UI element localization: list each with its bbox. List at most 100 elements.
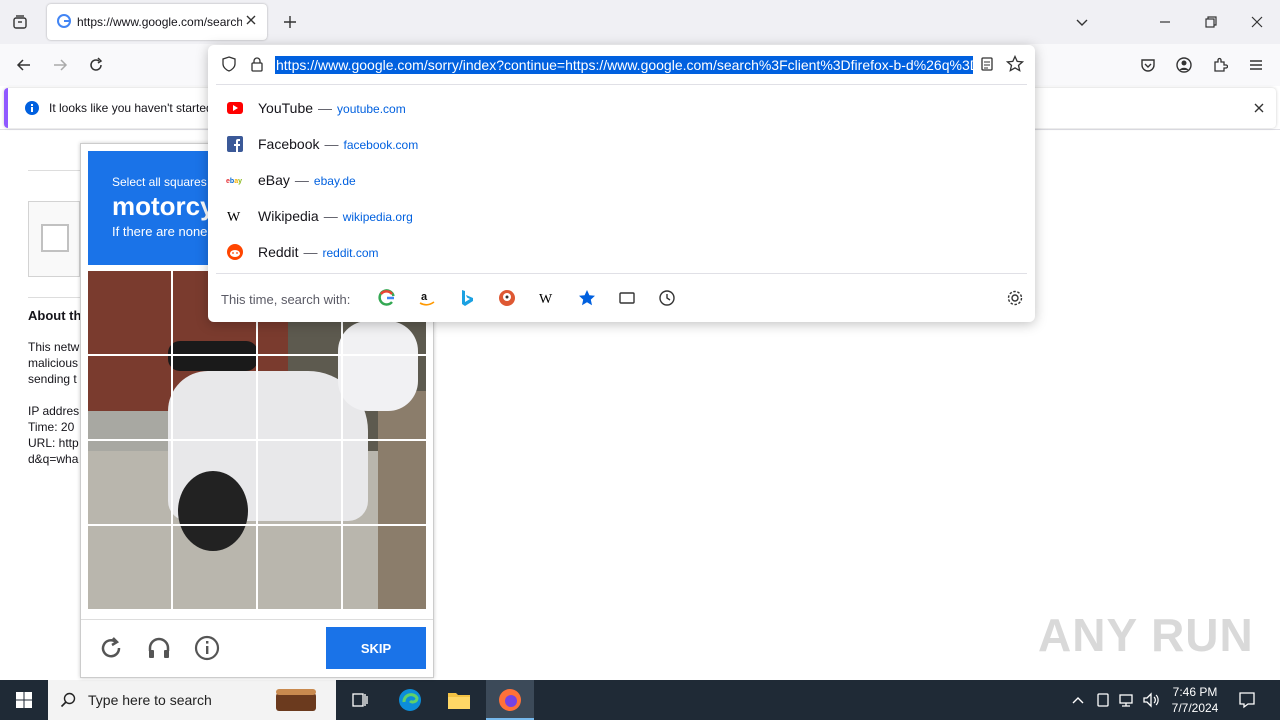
bookmark-star-icon[interactable]	[1006, 55, 1024, 73]
scooter-wheel	[178, 471, 248, 551]
account-icon[interactable]	[1168, 49, 1200, 81]
file-explorer-icon[interactable]	[443, 684, 475, 716]
taskbar: Type here to search 7:46 PM 7/7/2024	[0, 680, 1280, 720]
suggestion-ebay[interactable]: ebay eBay — ebay.de	[208, 162, 1035, 198]
about-heading: About th	[28, 308, 80, 323]
suggestion-url: ebay.de	[313, 174, 356, 188]
lock-icon[interactable]	[249, 56, 265, 72]
browser-tab[interactable]: https://www.google.com/search	[47, 4, 267, 40]
suggestion-title: YouTube	[258, 100, 314, 116]
duckduckgo-engine-icon[interactable]	[498, 289, 516, 307]
forward-icon[interactable]	[44, 49, 76, 81]
menu-icon[interactable]	[1240, 49, 1272, 81]
wikipedia-engine-icon[interactable]: W	[538, 289, 556, 307]
page-line: IP addres	[28, 404, 80, 418]
scooter-topbox	[168, 341, 258, 371]
clock-time: 7:46 PM	[1172, 685, 1218, 699]
svg-text:W: W	[227, 210, 241, 225]
svg-text:a: a	[421, 291, 428, 303]
bookmarks-star-icon[interactable]	[578, 289, 596, 307]
network-icon[interactable]	[1118, 692, 1136, 708]
amazon-engine-icon[interactable]: a	[418, 289, 436, 307]
suggestion-title: Facebook	[258, 136, 320, 152]
new-tab-icon[interactable]	[274, 6, 306, 38]
search-icon	[60, 692, 76, 708]
suggestion-youtube[interactable]: YouTube — youtube.com	[208, 90, 1035, 126]
chevron-down-icon[interactable]	[1066, 6, 1098, 38]
device-icon[interactable]	[1095, 692, 1111, 708]
clock-date: 7/7/2024	[1171, 701, 1219, 715]
restore-icon[interactable]	[1195, 6, 1227, 38]
google-icon	[57, 14, 71, 28]
recaptcha-checkbox[interactable]	[41, 224, 69, 252]
close-window-icon[interactable]	[1241, 6, 1273, 38]
suggestion-title: eBay	[258, 172, 290, 188]
suggestion-url: facebook.com	[343, 138, 419, 152]
tracking-protection-icon[interactable]	[221, 56, 237, 72]
suggestion-reddit[interactable]: Reddit — reddit.com	[208, 234, 1035, 270]
reload-icon[interactable]	[80, 49, 112, 81]
page-line: d&q=wha	[28, 452, 79, 466]
captcha-instruction: Select all squares	[112, 175, 207, 189]
reddit-icon	[227, 244, 243, 260]
suggestion-url: wikipedia.org	[342, 210, 413, 224]
search-placeholder: Type here to search	[88, 692, 212, 708]
youtube-icon	[227, 102, 243, 114]
info-icon	[25, 101, 39, 115]
page-line: sending t	[28, 372, 77, 386]
task-view-icon[interactable]	[344, 684, 376, 716]
windows-start-icon[interactable]	[8, 684, 40, 716]
close-tab-icon[interactable]	[243, 12, 259, 28]
scooter-front	[338, 321, 418, 411]
page-line: URL: http	[28, 436, 79, 450]
firefox-taskbar-button[interactable]	[486, 680, 534, 720]
wikipedia-icon: W	[227, 210, 241, 225]
bing-engine-icon[interactable]	[458, 289, 476, 307]
tabs-icon[interactable]	[618, 289, 636, 307]
chevron-up-icon[interactable]	[1071, 693, 1085, 707]
audio-challenge-icon[interactable]	[143, 632, 175, 664]
back-icon[interactable]	[8, 49, 40, 81]
volume-icon[interactable]	[1142, 692, 1160, 708]
close-notification-icon[interactable]	[1252, 101, 1266, 115]
firefox-icon	[499, 689, 521, 711]
cake-icon	[270, 685, 326, 715]
google-engine-icon[interactable]	[378, 289, 396, 307]
suggestion-wikipedia[interactable]: W Wikipedia — wikipedia.org	[208, 198, 1035, 234]
page-line: malicious	[28, 356, 79, 370]
clock[interactable]: 7:46 PM 7/7/2024	[1166, 684, 1224, 716]
notification-text: It looks like you haven't started	[49, 101, 213, 115]
suggestion-title: Reddit	[258, 244, 299, 260]
urlbar-dropdown: https://www.google.com/sorry/index?conti…	[208, 45, 1035, 322]
ebay-icon: ebay	[226, 178, 242, 185]
page-line: This netw	[28, 340, 80, 354]
extensions-icon[interactable]	[1204, 49, 1236, 81]
taskbar-search-input[interactable]: Type here to search	[48, 680, 336, 720]
url-input[interactable]: https://www.google.com/sorry/index?conti…	[275, 56, 973, 74]
suggestion-facebook[interactable]: Facebook — facebook.com	[208, 126, 1035, 162]
edge-icon[interactable]	[394, 684, 426, 716]
suggestion-url: reddit.com	[322, 246, 379, 260]
reader-view-icon[interactable]	[979, 56, 995, 72]
suggestion-title: Wikipedia	[258, 208, 319, 224]
anyrun-watermark: ANY RUN	[1038, 609, 1254, 661]
reload-challenge-icon[interactable]	[95, 632, 127, 664]
pocket-icon[interactable]	[1132, 49, 1164, 81]
info-challenge-icon[interactable]	[191, 632, 223, 664]
captcha-object: motorcy	[112, 191, 215, 221]
svg-text:W: W	[539, 292, 553, 307]
gear-icon[interactable]	[1006, 289, 1024, 307]
facebook-icon	[227, 136, 243, 152]
minimize-icon[interactable]	[1149, 6, 1181, 38]
tab-list-icon[interactable]	[4, 6, 36, 38]
tab-title: https://www.google.com/search	[77, 15, 242, 29]
recaptcha-box	[28, 201, 80, 277]
history-icon[interactable]	[658, 289, 676, 307]
svg-text:ebay: ebay	[226, 178, 242, 185]
suggestion-url: youtube.com	[337, 102, 406, 116]
skip-button[interactable]: SKIP	[326, 627, 426, 669]
page-line: Time: 20	[28, 420, 75, 434]
search-with-label: This time, search with:	[221, 292, 351, 307]
captcha-hint: If there are none	[112, 224, 208, 239]
notification-center-icon[interactable]	[1238, 691, 1256, 709]
